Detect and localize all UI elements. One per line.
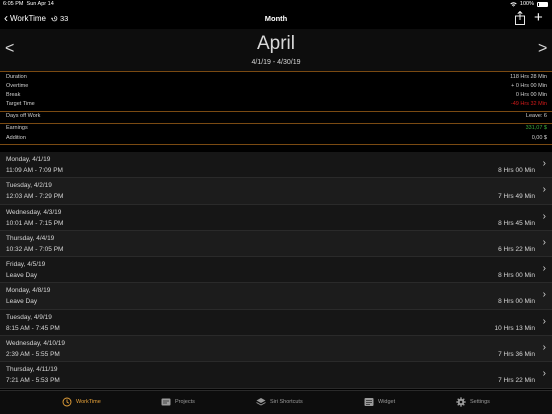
stat-duration: Duration 118 Hrs 28 Min bbox=[6, 73, 547, 80]
stat-break: Break 0 Hrs 00 Min bbox=[6, 91, 547, 98]
folder-icon bbox=[161, 398, 171, 406]
tab-projects[interactable]: Projects bbox=[161, 397, 195, 407]
divider bbox=[0, 144, 552, 146]
tab-widget[interactable]: Widget bbox=[364, 397, 395, 407]
tab-bar: WorkTime Projects Siri Shortcuts Widget … bbox=[0, 390, 552, 414]
date-range: 4/1/19 - 4/30/19 bbox=[251, 59, 301, 66]
layers-icon bbox=[256, 398, 266, 406]
plus-icon: + bbox=[534, 9, 543, 26]
tab-worktime[interactable]: WorkTime bbox=[62, 397, 101, 407]
list-item[interactable]: Monday, 4/8/19 Leave Day 8 Hrs 00 Min › bbox=[0, 283, 552, 310]
stat-overtime: Overtime + 0 Hrs 00 Min bbox=[6, 82, 547, 89]
entries-list: Monday, 4/1/19 11:09 AM - 7:09 PM 8 Hrs … bbox=[0, 152, 552, 389]
clock-icon bbox=[62, 397, 72, 407]
month-header: < April 4/1/19 - 4/30/19 > bbox=[0, 29, 552, 71]
list-item[interactable]: Friday, 4/5/19 Leave Day 8 Hrs 00 Min › bbox=[0, 257, 552, 284]
gear-icon bbox=[456, 397, 466, 407]
battery-percent: 100% bbox=[519, 1, 534, 7]
battery-icon bbox=[537, 1, 548, 7]
status-time: 6:05 PM Sun Apr 14 bbox=[3, 1, 54, 7]
widget-icon bbox=[364, 398, 374, 406]
navigation-bar: ‹ WorkTime 33 Month + bbox=[0, 9, 552, 29]
chevron-right-icon: › bbox=[542, 315, 546, 327]
add-entry-button[interactable]: + bbox=[534, 9, 543, 27]
next-month-button[interactable]: > bbox=[538, 40, 547, 58]
tab-siri-shortcuts[interactable]: Siri Shortcuts bbox=[256, 397, 303, 407]
chevron-right-icon: › bbox=[542, 236, 546, 248]
list-item[interactable]: Wednesday, 4/3/19 10:01 AM - 7:15 PM 8 H… bbox=[0, 204, 552, 231]
stat-target-time: Target Time -49 Hrs 32 Min bbox=[6, 101, 547, 108]
stat-addition: Addition 0,00 $ bbox=[6, 134, 547, 141]
list-item[interactable]: Tuesday, 4/2/19 12:03 AM - 7:29 PM 7 Hrs… bbox=[0, 178, 552, 205]
chevron-right-icon: › bbox=[542, 289, 546, 301]
list-item[interactable]: Thursday, 4/4/19 10:32 AM - 7:05 PM 6 Hr… bbox=[0, 230, 552, 258]
chevron-right-icon: › bbox=[542, 368, 546, 380]
chevron-right-icon: › bbox=[542, 210, 546, 222]
wifi-icon bbox=[510, 1, 517, 7]
chevron-right-icon: › bbox=[542, 263, 546, 275]
list-item[interactable]: Monday, 4/1/19 11:09 AM - 7:09 PM 8 Hrs … bbox=[0, 152, 552, 179]
summary-stats: Duration 118 Hrs 28 Min Overtime + 0 Hrs… bbox=[0, 71, 552, 146]
tab-settings[interactable]: Settings bbox=[456, 397, 490, 407]
chevron-right-icon: › bbox=[542, 158, 546, 169]
list-item[interactable]: Thursday, 4/11/19 7:21 AM - 5:53 PM 7 Hr… bbox=[0, 362, 552, 389]
list-item[interactable]: Wednesday, 4/10/19 2:39 AM - 5:55 PM 7 H… bbox=[0, 336, 552, 363]
list-item[interactable]: Tuesday, 4/9/19 8:15 AM - 7:45 PM 10 Hrs… bbox=[0, 309, 552, 337]
chevron-right-icon: › bbox=[542, 184, 546, 196]
page-title: Month bbox=[264, 14, 288, 23]
status-bar: 6:05 PM Sun Apr 14 100% bbox=[0, 0, 552, 9]
month-title: April bbox=[256, 33, 295, 54]
stat-earnings: Earnings 331,07 $ bbox=[6, 125, 547, 132]
chevron-right-icon: › bbox=[542, 342, 546, 354]
share-icon[interactable] bbox=[514, 11, 526, 25]
stat-days-off: Days off Work Leave: 6 bbox=[6, 113, 547, 120]
